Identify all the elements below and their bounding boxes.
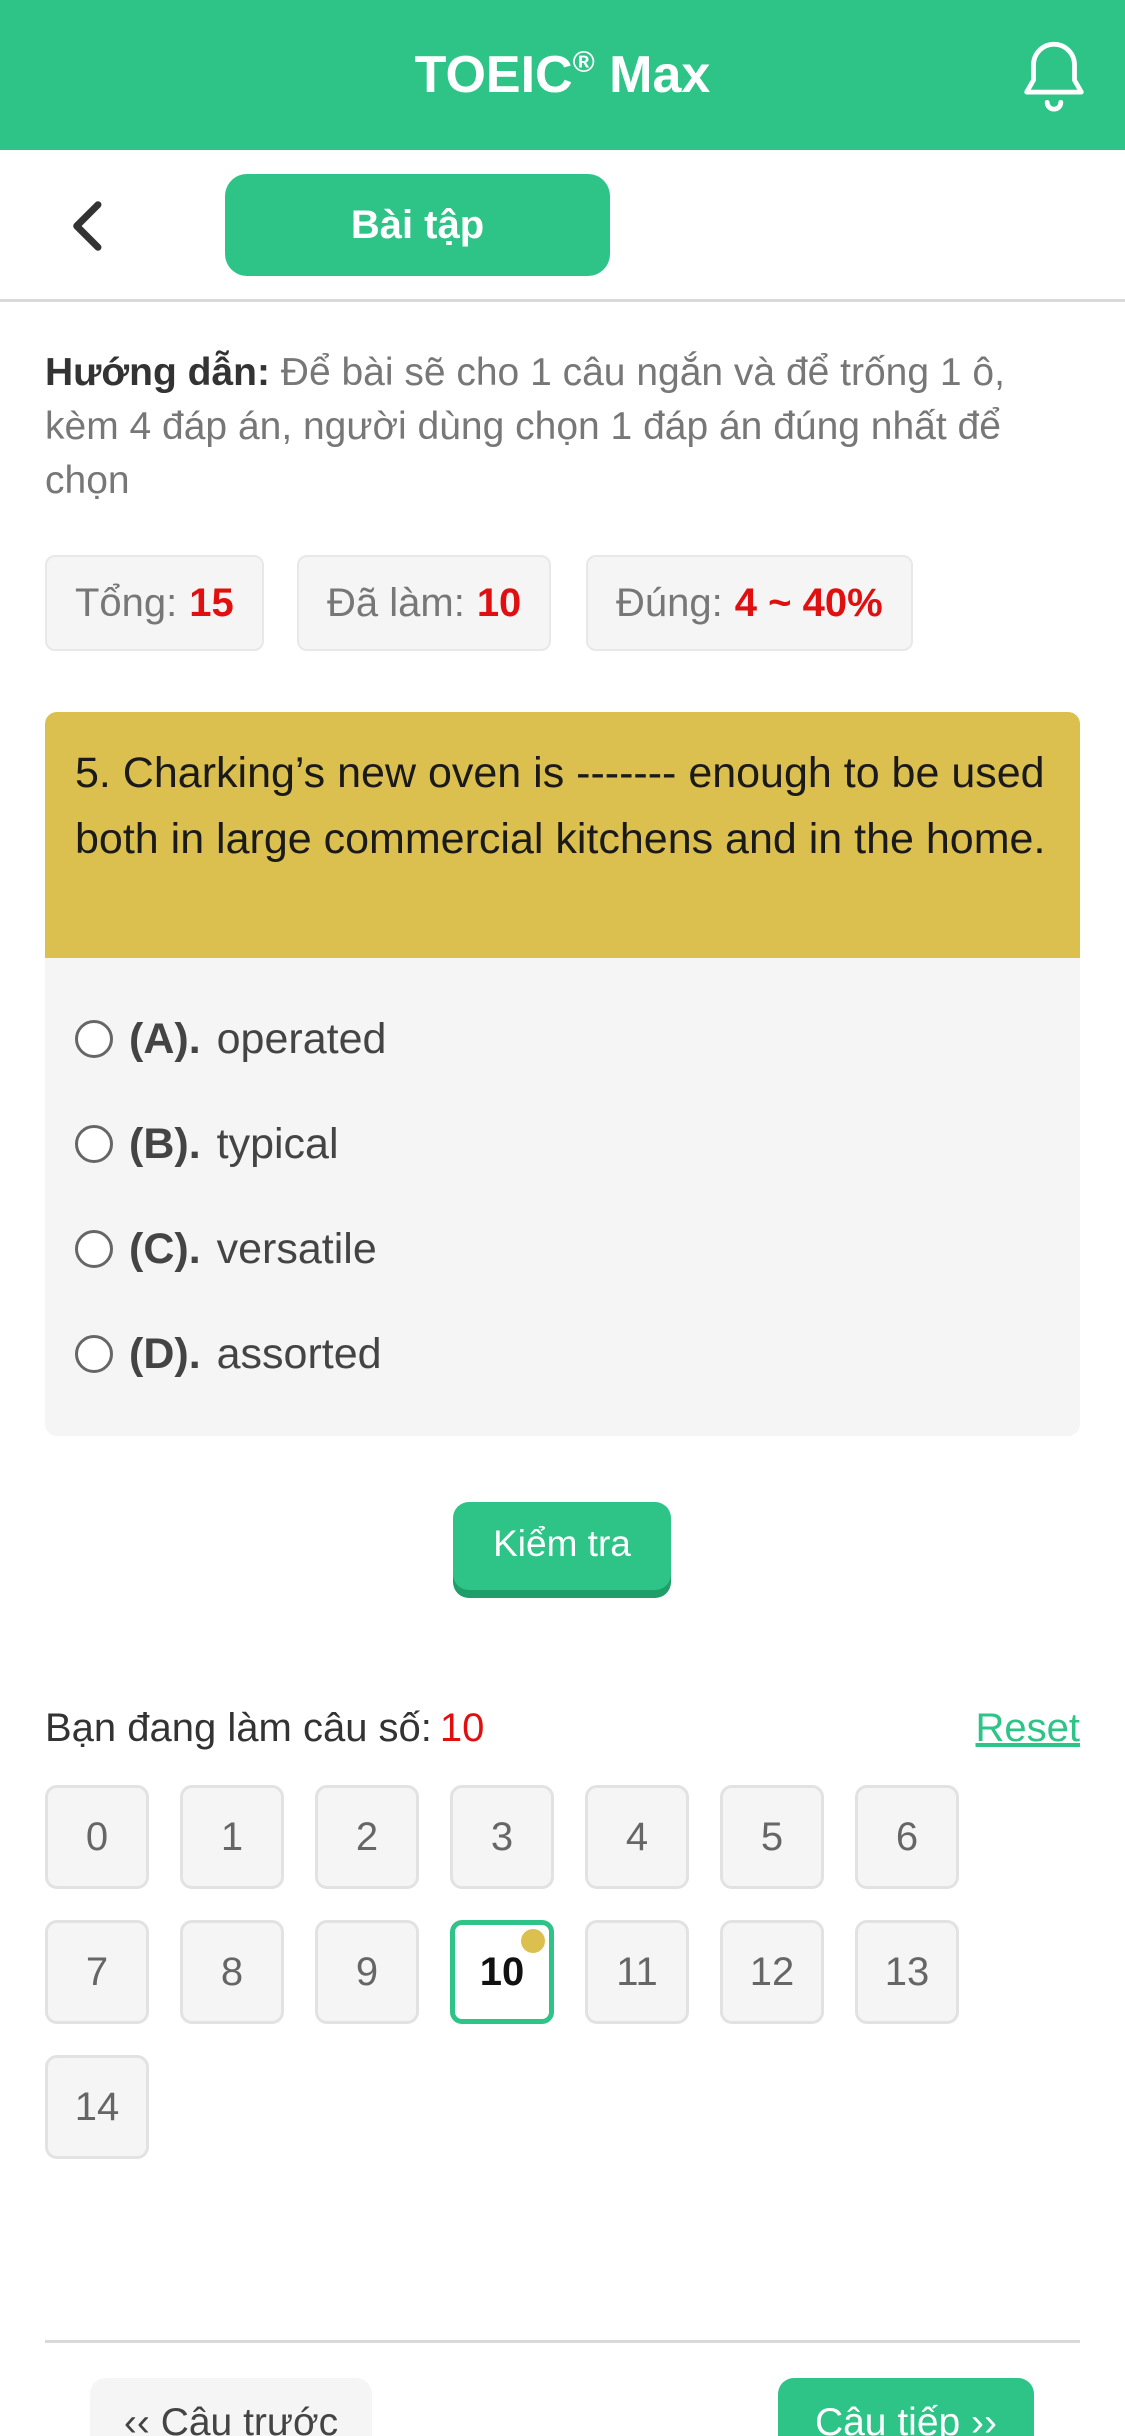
divider [45, 2340, 1080, 2343]
next-question-button[interactable]: Câu tiếp ›› [778, 2378, 1034, 2436]
radio-button[interactable] [75, 1230, 113, 1268]
stat-done: Đã làm: 10 [297, 555, 552, 651]
question-cell-12[interactable]: 12 [720, 1920, 824, 2024]
check-answer-button[interactable]: Kiểm tra [453, 1502, 671, 1590]
stat-total: Tổng: 15 [45, 555, 264, 651]
stat-correct: Đúng: 4 ~ 40% [586, 555, 913, 651]
top-app-bar: TOEIC® Max [0, 0, 1125, 150]
question-cell-0[interactable]: 0 [45, 1785, 149, 1889]
option-key: (C). [129, 1224, 201, 1273]
option-text: operated [216, 1014, 387, 1063]
option-key: (A). [129, 1014, 201, 1063]
question-cell-11[interactable]: 11 [585, 1920, 689, 2024]
question-cell-1[interactable]: 1 [180, 1785, 284, 1889]
exercise-tab-button[interactable]: Bài tập [225, 174, 610, 276]
bell-icon[interactable] [1013, 34, 1095, 116]
option-b[interactable]: (B). typical [75, 1109, 339, 1179]
question-cell-5[interactable]: 5 [720, 1785, 824, 1889]
question-cell-14[interactable]: 14 [45, 2055, 149, 2159]
question-cell-4[interactable]: 4 [585, 1785, 689, 1889]
option-c[interactable]: (C). versatile [75, 1214, 377, 1284]
previous-question-button[interactable]: ‹‹ Câu trước [90, 2378, 372, 2436]
app-title: TOEIC® Max [414, 46, 711, 104]
option-text: typical [216, 1119, 339, 1168]
status-dot [521, 1929, 545, 1953]
option-key: (B). [129, 1119, 201, 1168]
reset-link[interactable]: Reset [976, 1696, 1081, 1760]
instructions: Hướng dẫn: Để bài sẽ cho 1 câu ngắn và đ… [45, 346, 1085, 508]
question-cell-8[interactable]: 8 [180, 1920, 284, 2024]
back-arrow-icon[interactable] [58, 194, 122, 258]
question-cell-2[interactable]: 2 [315, 1785, 419, 1889]
question-cell-9[interactable]: 9 [315, 1920, 419, 2024]
option-a[interactable]: (A). operated [75, 1004, 386, 1074]
question-cell-7[interactable]: 7 [45, 1920, 149, 2024]
question-text: 5. Charking’s new oven is ------- enough… [45, 712, 1080, 958]
answer-options: (A). operated (B). typical (C). versatil… [45, 958, 1080, 1436]
radio-button[interactable] [75, 1335, 113, 1373]
option-d[interactable]: (D). assorted [75, 1319, 382, 1389]
option-text: versatile [216, 1224, 377, 1273]
question-cell-10-active[interactable]: 10 [450, 1920, 554, 2024]
sub-header: Bài tập [0, 150, 1125, 302]
option-text: assorted [216, 1329, 382, 1378]
current-question-indicator: Bạn đang làm câu số: 10 [45, 1706, 485, 1750]
instructions-label: Hướng dẫn: [45, 351, 270, 394]
question-cell-3[interactable]: 3 [450, 1785, 554, 1889]
current-question-number: 10 [439, 1706, 485, 1750]
option-key: (D). [129, 1329, 201, 1378]
radio-button[interactable] [75, 1125, 113, 1163]
radio-button[interactable] [75, 1020, 113, 1058]
question-cell-6[interactable]: 6 [855, 1785, 959, 1889]
question-cell-13[interactable]: 13 [855, 1920, 959, 2024]
